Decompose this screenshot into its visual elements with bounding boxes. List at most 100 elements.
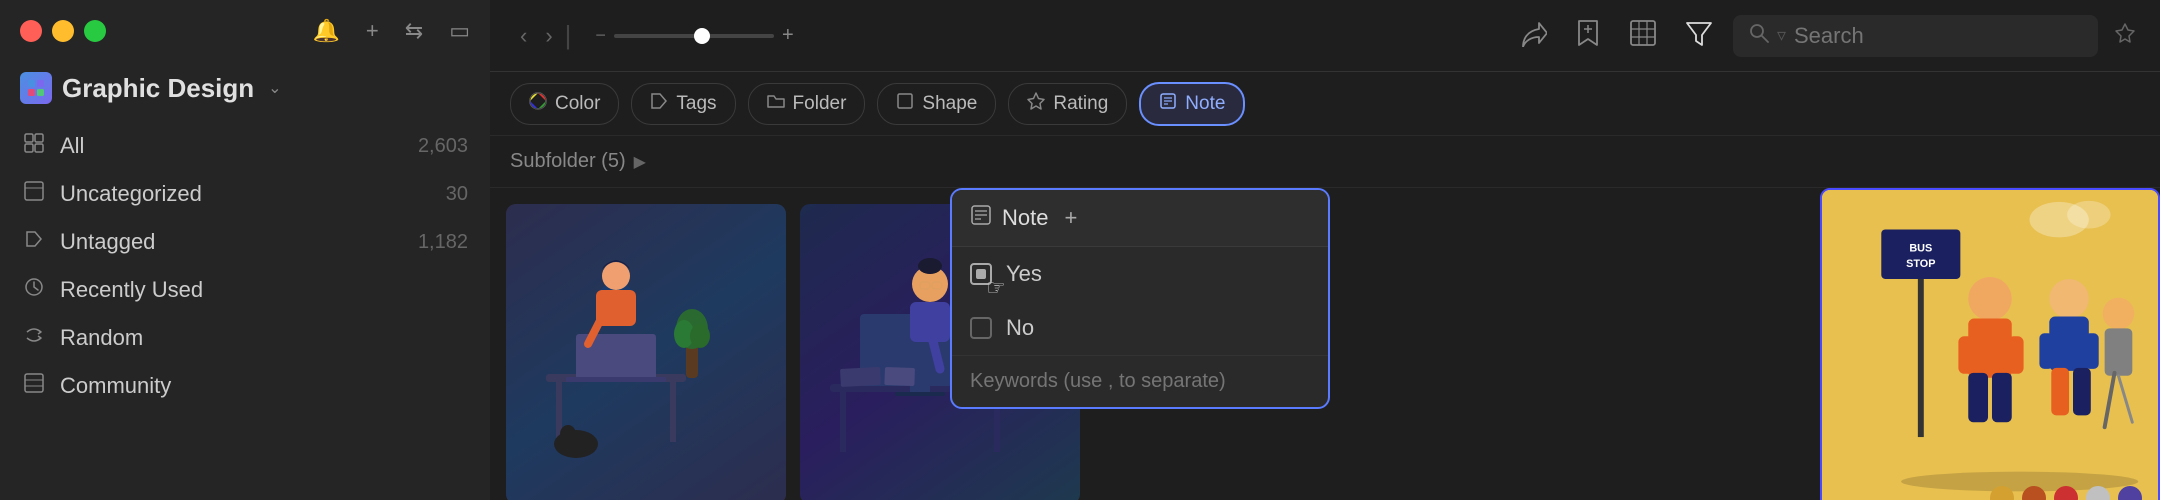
sidebar-item-random[interactable]: Random xyxy=(0,314,490,362)
filter-note-label: Note xyxy=(1185,93,1225,115)
nav-divider: | xyxy=(565,20,572,51)
zoom-plus-icon[interactable]: + xyxy=(782,24,794,47)
main-content: ‹ › | − + xyxy=(490,0,2160,500)
zoom-slider[interactable]: − + xyxy=(595,24,793,47)
svg-text:STOP: STOP xyxy=(1906,258,1935,270)
sidebar-item-community[interactable]: Community xyxy=(0,362,490,410)
note-dropdown-header: Note + xyxy=(952,190,1328,247)
swatch-1[interactable] xyxy=(1990,486,2014,500)
filter-icon[interactable] xyxy=(1681,15,1717,57)
random-icon xyxy=(22,324,46,352)
sidebar-item-random-label: Random xyxy=(60,325,143,351)
filter-rating-button[interactable]: Rating xyxy=(1008,83,1127,125)
layout-grid-icon[interactable] xyxy=(1625,15,1661,57)
slider-track[interactable] xyxy=(614,34,774,38)
filter-color-label: Color xyxy=(555,93,600,115)
right-image-card[interactable]: JPG BUS STOP xyxy=(1820,188,2160,500)
filter-shape-button[interactable]: Shape xyxy=(877,83,996,125)
sidebar-item-untagged-label: Untagged xyxy=(60,229,155,255)
layout-icon[interactable]: ▭ xyxy=(449,18,470,44)
toolbar: ‹ › | − + xyxy=(490,0,2160,72)
image-placeholder-1 xyxy=(506,204,786,500)
filter-rating-label: Rating xyxy=(1053,93,1108,115)
image-card-1[interactable] xyxy=(506,204,786,500)
search-input[interactable] xyxy=(1794,23,2082,49)
recently-used-icon xyxy=(22,276,46,304)
brand-chevron-icon[interactable]: ⌄ xyxy=(268,78,281,98)
sidebar-item-all-label: All xyxy=(60,133,84,159)
subfolder-arrow-icon: ▶ xyxy=(634,152,646,172)
filter-folder-button[interactable]: Folder xyxy=(748,83,866,125)
no-checkbox[interactable] xyxy=(970,317,992,339)
color-wheel-icon xyxy=(529,92,547,116)
untagged-icon xyxy=(22,228,46,256)
sidebar-item-uncategorized-count: 30 xyxy=(446,183,468,206)
transfer-icon[interactable]: ⇆ xyxy=(405,18,423,44)
sidebar-brand-name: Graphic Design xyxy=(62,73,254,104)
sidebar-item-uncategorized-label: Uncategorized xyxy=(60,181,202,207)
add-icon[interactable]: + xyxy=(366,18,379,44)
cursor-hand-icon: ☞ xyxy=(986,275,1006,301)
share-icon[interactable] xyxy=(1515,15,1551,57)
sidebar-item-all-count: 2,603 xyxy=(418,135,468,158)
maximize-button[interactable] xyxy=(84,20,106,42)
pin-icon[interactable] xyxy=(2114,22,2136,50)
sidebar-item-recently-used-label: Recently Used xyxy=(60,277,203,303)
back-button[interactable]: ‹ xyxy=(514,19,533,53)
note-dropdown: Note + ☞ Yes No xyxy=(950,188,1330,409)
window-controls-bar: 🔔 + ⇆ ▭ xyxy=(0,0,490,62)
note-add-button[interactable]: + xyxy=(1064,205,1077,231)
bookmark-icon[interactable] xyxy=(1571,15,1605,57)
filter-folder-label: Folder xyxy=(793,93,847,115)
brand-icon xyxy=(20,72,52,104)
sidebar-item-recently-used[interactable]: Recently Used xyxy=(0,266,490,314)
slider-thumb[interactable] xyxy=(694,28,710,44)
note-option-no[interactable]: No xyxy=(952,301,1328,355)
search-icon xyxy=(1749,23,1769,49)
color-swatches xyxy=(1990,486,2142,500)
sidebar-brand: Graphic Design ⌄ xyxy=(0,62,490,110)
community-icon xyxy=(22,372,46,400)
sidebar: 🔔 + ⇆ ▭ Graphic Design ⌄ xyxy=(0,0,490,500)
filter-tags-label: Tags xyxy=(676,93,716,115)
subfolder-bar: Subfolder (5) ▶ xyxy=(490,136,2160,188)
sidebar-item-untagged[interactable]: Untagged 1,182 xyxy=(0,218,490,266)
toolbar-actions xyxy=(1515,15,1717,57)
tags-icon xyxy=(650,92,668,116)
no-label: No xyxy=(1006,315,1034,341)
zoom-minus-icon: − xyxy=(595,25,606,46)
sidebar-item-uncategorized[interactable]: Uncategorized 30 xyxy=(0,170,490,218)
filter-bar: Color Tags Folder Sh xyxy=(490,72,2160,136)
filter-tags-button[interactable]: Tags xyxy=(631,83,735,125)
note-option-yes[interactable]: ☞ Yes xyxy=(952,247,1328,301)
note-filter-icon xyxy=(1159,92,1177,116)
all-icon xyxy=(22,132,46,160)
swatch-2[interactable] xyxy=(2022,486,2046,500)
sidebar-item-all[interactable]: All 2,603 xyxy=(0,122,490,170)
swatch-3[interactable] xyxy=(2054,486,2078,500)
note-dropdown-title: Note xyxy=(1002,205,1048,231)
yes-checkbox[interactable]: ☞ xyxy=(970,263,992,285)
search-caret: ▿ xyxy=(1777,25,1786,46)
close-button[interactable] xyxy=(20,20,42,42)
minimize-button[interactable] xyxy=(52,20,74,42)
shape-icon xyxy=(896,92,914,116)
svg-text:BUS: BUS xyxy=(1909,242,1932,254)
right-card-content: BUS STOP xyxy=(1822,190,2158,500)
toolbar-nav: ‹ › | xyxy=(514,19,571,53)
swatch-5[interactable] xyxy=(2118,486,2142,500)
forward-button[interactable]: › xyxy=(539,19,558,53)
search-bar[interactable]: ▿ xyxy=(1733,15,2098,57)
bell-icon[interactable]: 🔔 xyxy=(313,18,340,44)
filter-note-button[interactable]: Note xyxy=(1139,82,1245,126)
yes-label: Yes xyxy=(1006,261,1042,287)
swatch-4[interactable] xyxy=(2086,486,2110,500)
filter-color-button[interactable]: Color xyxy=(510,83,619,125)
content-area: Note + ☞ Yes No JPG xyxy=(490,188,2160,500)
keywords-input[interactable] xyxy=(970,370,1310,393)
sidebar-item-untagged-count: 1,182 xyxy=(418,231,468,254)
star-icon xyxy=(1027,92,1045,116)
note-keywords-area xyxy=(952,355,1328,407)
uncategorized-icon xyxy=(22,180,46,208)
sidebar-item-community-label: Community xyxy=(60,373,171,399)
